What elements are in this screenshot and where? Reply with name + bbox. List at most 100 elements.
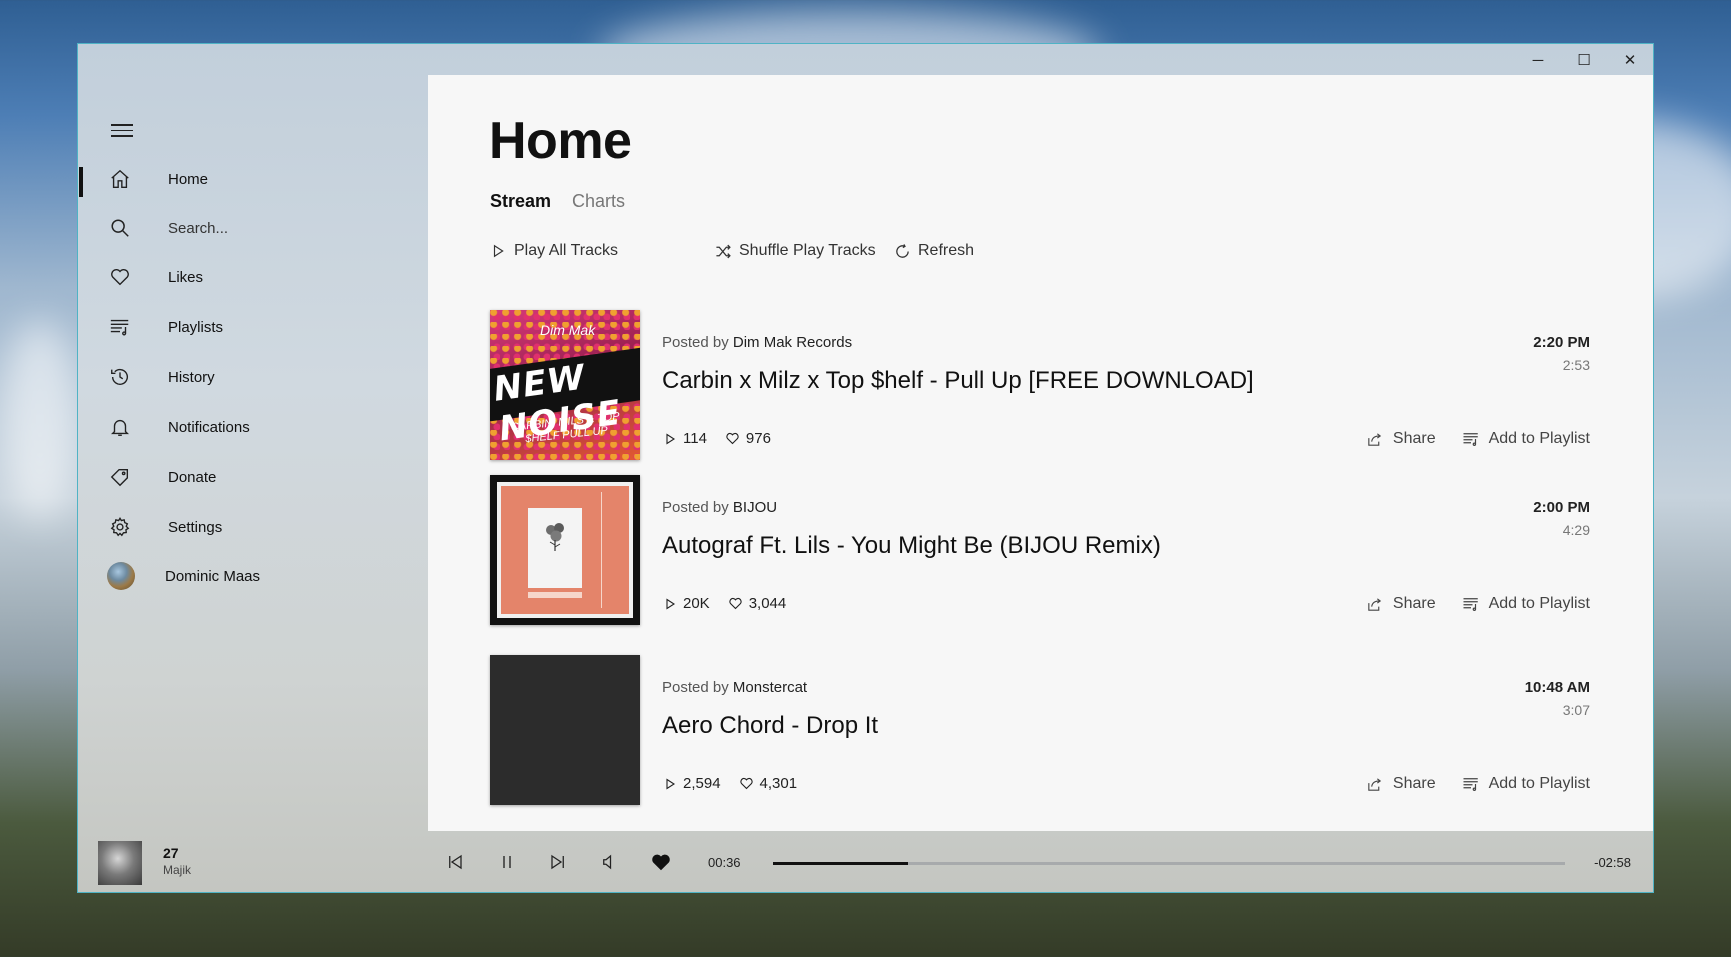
volume-button[interactable]: [598, 851, 620, 873]
window-controls: ─ ☐ ✕: [1515, 44, 1653, 76]
play-icon: [489, 242, 507, 260]
refresh-button[interactable]: Refresh: [893, 242, 974, 260]
pause-icon: [503, 856, 511, 868]
refresh-icon: [893, 242, 911, 260]
sidebar-item-profile[interactable]: Dominic Maas: [78, 554, 428, 598]
tag-icon: [107, 464, 133, 490]
poster-name[interactable]: BIJOU: [733, 499, 777, 516]
track-actions: Share Add to Playlist: [1366, 775, 1590, 793]
avatar: [107, 562, 135, 590]
sidebar-item-search[interactable]: Search...: [78, 206, 428, 250]
now-playing-title[interactable]: 27: [163, 845, 179, 861]
user-name: Dominic Maas: [165, 567, 261, 585]
like-count: 976: [745, 430, 771, 447]
heart-filled-icon: [652, 854, 670, 871]
track-actions: Share Add to Playlist: [1366, 430, 1590, 448]
playlist-add-icon: [1462, 775, 1480, 793]
sidebar-item-label: Donate: [168, 468, 217, 486]
refresh-label: Refresh: [918, 242, 975, 259]
gear-icon: [107, 514, 133, 540]
next-icon: [551, 854, 564, 870]
sidebar-item-label: Notifications: [168, 418, 250, 436]
bell-icon: [107, 414, 133, 440]
track-title[interactable]: Autograf Ft. Lils - You Might Be (BIJOU …: [662, 532, 1161, 560]
minimize-button[interactable]: ─: [1515, 44, 1561, 76]
now-playing-artwork[interactable]: [98, 841, 142, 885]
track-duration: 4:29: [1562, 522, 1590, 538]
remaining-time: -02:58: [1594, 855, 1631, 870]
posted-by: Posted by Monstercat: [662, 679, 808, 696]
sidebar-item-home[interactable]: Home: [78, 157, 428, 201]
poster-name[interactable]: Monstercat: [733, 679, 807, 696]
play-count: 114: [683, 430, 707, 447]
now-playing-artist[interactable]: Majik: [163, 863, 191, 877]
track-duration: 3:07: [1562, 702, 1590, 718]
sidebar-item-label: Home: [168, 170, 209, 188]
search-icon: [107, 215, 133, 241]
track-artwork[interactable]: [490, 475, 640, 625]
close-button[interactable]: ✕: [1607, 44, 1653, 76]
search-input[interactable]: Search...: [168, 220, 228, 237]
track-actions: Share Add to Playlist: [1366, 595, 1590, 613]
track-item[interactable]: Dim Mak NEW NOISE CARBIN, MILS & TOP $HE…: [490, 310, 1590, 460]
sidebar-item-notifications[interactable]: Notifications: [78, 405, 428, 449]
track-duration: 2:53: [1562, 357, 1590, 373]
hamburger-menu-icon[interactable]: [111, 124, 133, 138]
seek-bar[interactable]: [773, 862, 1565, 865]
page-title: Home: [489, 112, 632, 170]
play-all-button[interactable]: Play All Tracks: [489, 242, 618, 260]
like-count-icon: [739, 776, 755, 792]
track-item[interactable]: Posted by Monstercat Aero Chord - Drop I…: [490, 655, 1590, 805]
track-stats: 20K 3,044: [662, 595, 786, 612]
tab-stream[interactable]: Stream: [490, 191, 551, 212]
add-to-playlist-button[interactable]: Add to Playlist: [1462, 595, 1590, 613]
share-button[interactable]: Share: [1366, 775, 1436, 793]
play-count-icon: [662, 431, 678, 447]
shuffle-icon: [714, 242, 732, 260]
previous-button[interactable]: [444, 851, 466, 873]
artwork-label: Dim Mak: [540, 322, 596, 338]
sidebar-item-label: Settings: [168, 518, 223, 536]
track-artwork[interactable]: [490, 655, 640, 805]
tab-charts[interactable]: Charts: [572, 191, 625, 212]
share-button[interactable]: Share: [1366, 430, 1436, 448]
sidebar-item-label: Likes: [168, 268, 204, 286]
play-count: 2,594: [683, 775, 721, 792]
volume-icon: [603, 854, 612, 870]
maximize-button[interactable]: ☐: [1561, 44, 1607, 76]
elapsed-time: 00:36: [708, 855, 741, 870]
track-posted-time: 2:00 PM: [1533, 499, 1590, 516]
play-count-icon: [662, 776, 678, 792]
seek-bar-fill: [773, 862, 908, 865]
share-button[interactable]: Share: [1366, 595, 1436, 613]
sidebar-item-label: Playlists: [168, 318, 224, 336]
posted-by: Posted by Dim Mak Records: [662, 334, 853, 351]
like-button[interactable]: [650, 851, 672, 873]
shuffle-button[interactable]: Shuffle Play Tracks: [714, 242, 876, 260]
track-title[interactable]: Aero Chord - Drop It: [662, 712, 878, 740]
share-icon: [1366, 775, 1384, 793]
sidebar-item-playlists[interactable]: Playlists: [78, 305, 428, 349]
sidebar-item-history[interactable]: History: [78, 355, 428, 399]
pause-button[interactable]: [496, 851, 518, 873]
poster-name[interactable]: Dim Mak Records: [733, 334, 852, 351]
desktop-cloud: [0, 320, 80, 520]
sidebar-item-likes[interactable]: Likes: [78, 255, 428, 299]
next-button[interactable]: [547, 851, 569, 873]
home-icon: [107, 166, 133, 192]
track-artwork[interactable]: Dim Mak NEW NOISE CARBIN, MILS & TOP $HE…: [490, 310, 640, 460]
track-title[interactable]: Carbin x Milz x Top $helf - Pull Up [FRE…: [662, 367, 1254, 395]
add-to-playlist-button[interactable]: Add to Playlist: [1462, 430, 1590, 448]
play-all-label: Play All Tracks: [514, 242, 619, 259]
add-to-playlist-button[interactable]: Add to Playlist: [1462, 775, 1590, 793]
app-window: ─ ☐ ✕ Home Search... Likes Playlists His…: [77, 43, 1654, 893]
share-icon: [1366, 430, 1384, 448]
playlist-icon: [107, 314, 133, 340]
play-count-icon: [662, 596, 678, 612]
track-item[interactable]: Posted by BIJOU Autograf Ft. Lils - You …: [490, 475, 1590, 625]
sidebar-item-donate[interactable]: Donate: [78, 455, 428, 499]
like-count-icon: [728, 596, 744, 612]
sidebar-item-settings[interactable]: Settings: [78, 505, 428, 549]
shuffle-label: Shuffle Play Tracks: [739, 242, 876, 259]
track-posted-time: 10:48 AM: [1524, 679, 1590, 696]
